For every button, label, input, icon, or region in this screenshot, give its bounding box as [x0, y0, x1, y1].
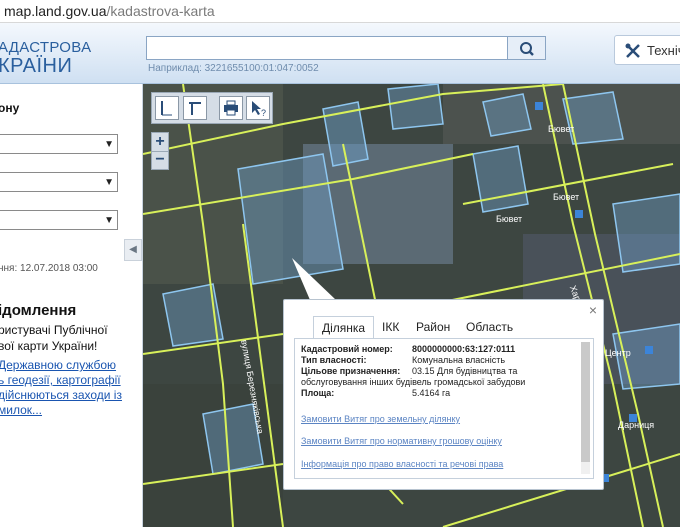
- map-label: Бювет: [496, 214, 523, 224]
- map-label: Центр: [605, 348, 631, 358]
- field-value: 03.15 Для будівництва та: [412, 366, 518, 376]
- field-label: Площа:: [301, 388, 335, 398]
- print-button[interactable]: [219, 96, 243, 120]
- update-time: ння: 12.07.2018 03:00: [0, 263, 98, 274]
- search-example: Наприклад: 3221655100:01:047:0052: [148, 63, 319, 74]
- logo-line2: КРАЇНИ: [0, 55, 73, 77]
- map-toolbar: ?: [151, 92, 273, 124]
- site-header: АДАСТРОВА КРАЇНИ Наприклад: 3221655100:0…: [0, 23, 680, 84]
- notice-text: ристувачі Публічної: [0, 323, 108, 337]
- search-button[interactable]: [508, 36, 546, 60]
- map-label: Бювет: [553, 192, 580, 202]
- popup-pointer: [292, 258, 336, 300]
- field-label: Кадастровий номер:: [301, 344, 393, 354]
- chevron-down-icon: ▼: [104, 215, 114, 226]
- sidebar-heading: ону: [0, 101, 20, 115]
- district-select[interactable]: ▼: [0, 172, 118, 192]
- ruler-icon: [161, 101, 172, 116]
- scrollbar-thumb[interactable]: [581, 342, 590, 462]
- tab-parcel[interactable]: Ділянка: [313, 316, 374, 339]
- info-cursor-icon: ?: [252, 101, 266, 118]
- svg-text:?: ?: [261, 108, 266, 118]
- region-select[interactable]: ▼: [0, 134, 118, 154]
- ownership-info-link[interactable]: Інформація про право власності та речові…: [301, 459, 503, 469]
- tab-district[interactable]: Район: [416, 316, 450, 338]
- locality-select[interactable]: ▼: [0, 210, 118, 230]
- chevron-down-icon: ▼: [104, 177, 114, 188]
- tab-region[interactable]: Область: [466, 316, 513, 338]
- notice-link[interactable]: дійснюються заходи із: [0, 388, 122, 402]
- field-value: 8000000000:63:127:0111: [412, 344, 516, 354]
- sidebar: ону ▼ ▼ ▼ ◀ ння: 12.07.2018 03:00 ідомле…: [0, 84, 143, 527]
- address-bar[interactable]: map.land.gov.ua/kadastrova-karta: [0, 0, 680, 23]
- tab-ikk[interactable]: ІКК: [382, 316, 399, 338]
- order-valuation-link[interactable]: Замовити Витяг про нормативну грошову оц…: [301, 436, 502, 446]
- tools-icon: [625, 43, 640, 58]
- area-ruler-icon: [189, 102, 201, 115]
- search-icon: [520, 42, 534, 56]
- notice-text: вої карти України!: [0, 339, 98, 353]
- close-button[interactable]: ×: [589, 302, 597, 318]
- notice-link[interactable]: милок...: [0, 403, 42, 417]
- logo-line1: АДАСТРОВА: [0, 39, 92, 56]
- field-label: Цільове призначення:: [301, 366, 401, 376]
- zoom-in-button[interactable]: +: [152, 133, 168, 151]
- tech-button-label: Технічн: [647, 43, 680, 58]
- order-extract-link[interactable]: Замовити Витяг про земельну ділянку: [301, 414, 460, 424]
- chevron-down-icon: ▼: [104, 139, 114, 150]
- ruler-button[interactable]: [155, 96, 179, 120]
- field-value: обслуговування інших будівель громадсько…: [301, 377, 526, 387]
- map-label: Бювет: [548, 124, 575, 134]
- zoom-control: + −: [151, 132, 169, 170]
- identify-button[interactable]: ?: [246, 96, 270, 120]
- tech-button[interactable]: Технічн: [614, 35, 680, 65]
- parcel-info: Кадастровий номер: 8000000000:63:127:011…: [294, 339, 594, 479]
- notice-link[interactable]: ь геодезії, картографії: [0, 373, 121, 387]
- field-label: Тип власності:: [301, 355, 367, 365]
- popup-scrollbar[interactable]: [581, 342, 590, 474]
- area-button[interactable]: [183, 96, 207, 120]
- search-input[interactable]: [146, 36, 508, 60]
- zoom-out-button[interactable]: −: [152, 151, 168, 170]
- url-text[interactable]: map.land.gov.ua/kadastrova-karta: [4, 0, 215, 22]
- field-value: Комунальна власність: [412, 355, 506, 365]
- map-label: Дарниця: [618, 420, 655, 430]
- notice-title: ідомлення: [0, 302, 77, 319]
- collapse-sidebar-button[interactable]: ◀: [124, 239, 142, 261]
- notice-link[interactable]: Державною службою: [0, 358, 116, 372]
- parcel-popup: × Ділянка ІКК Район Область Кадастровий …: [283, 299, 604, 490]
- field-value: 5.4164 га: [412, 388, 451, 398]
- print-icon: [224, 100, 238, 116]
